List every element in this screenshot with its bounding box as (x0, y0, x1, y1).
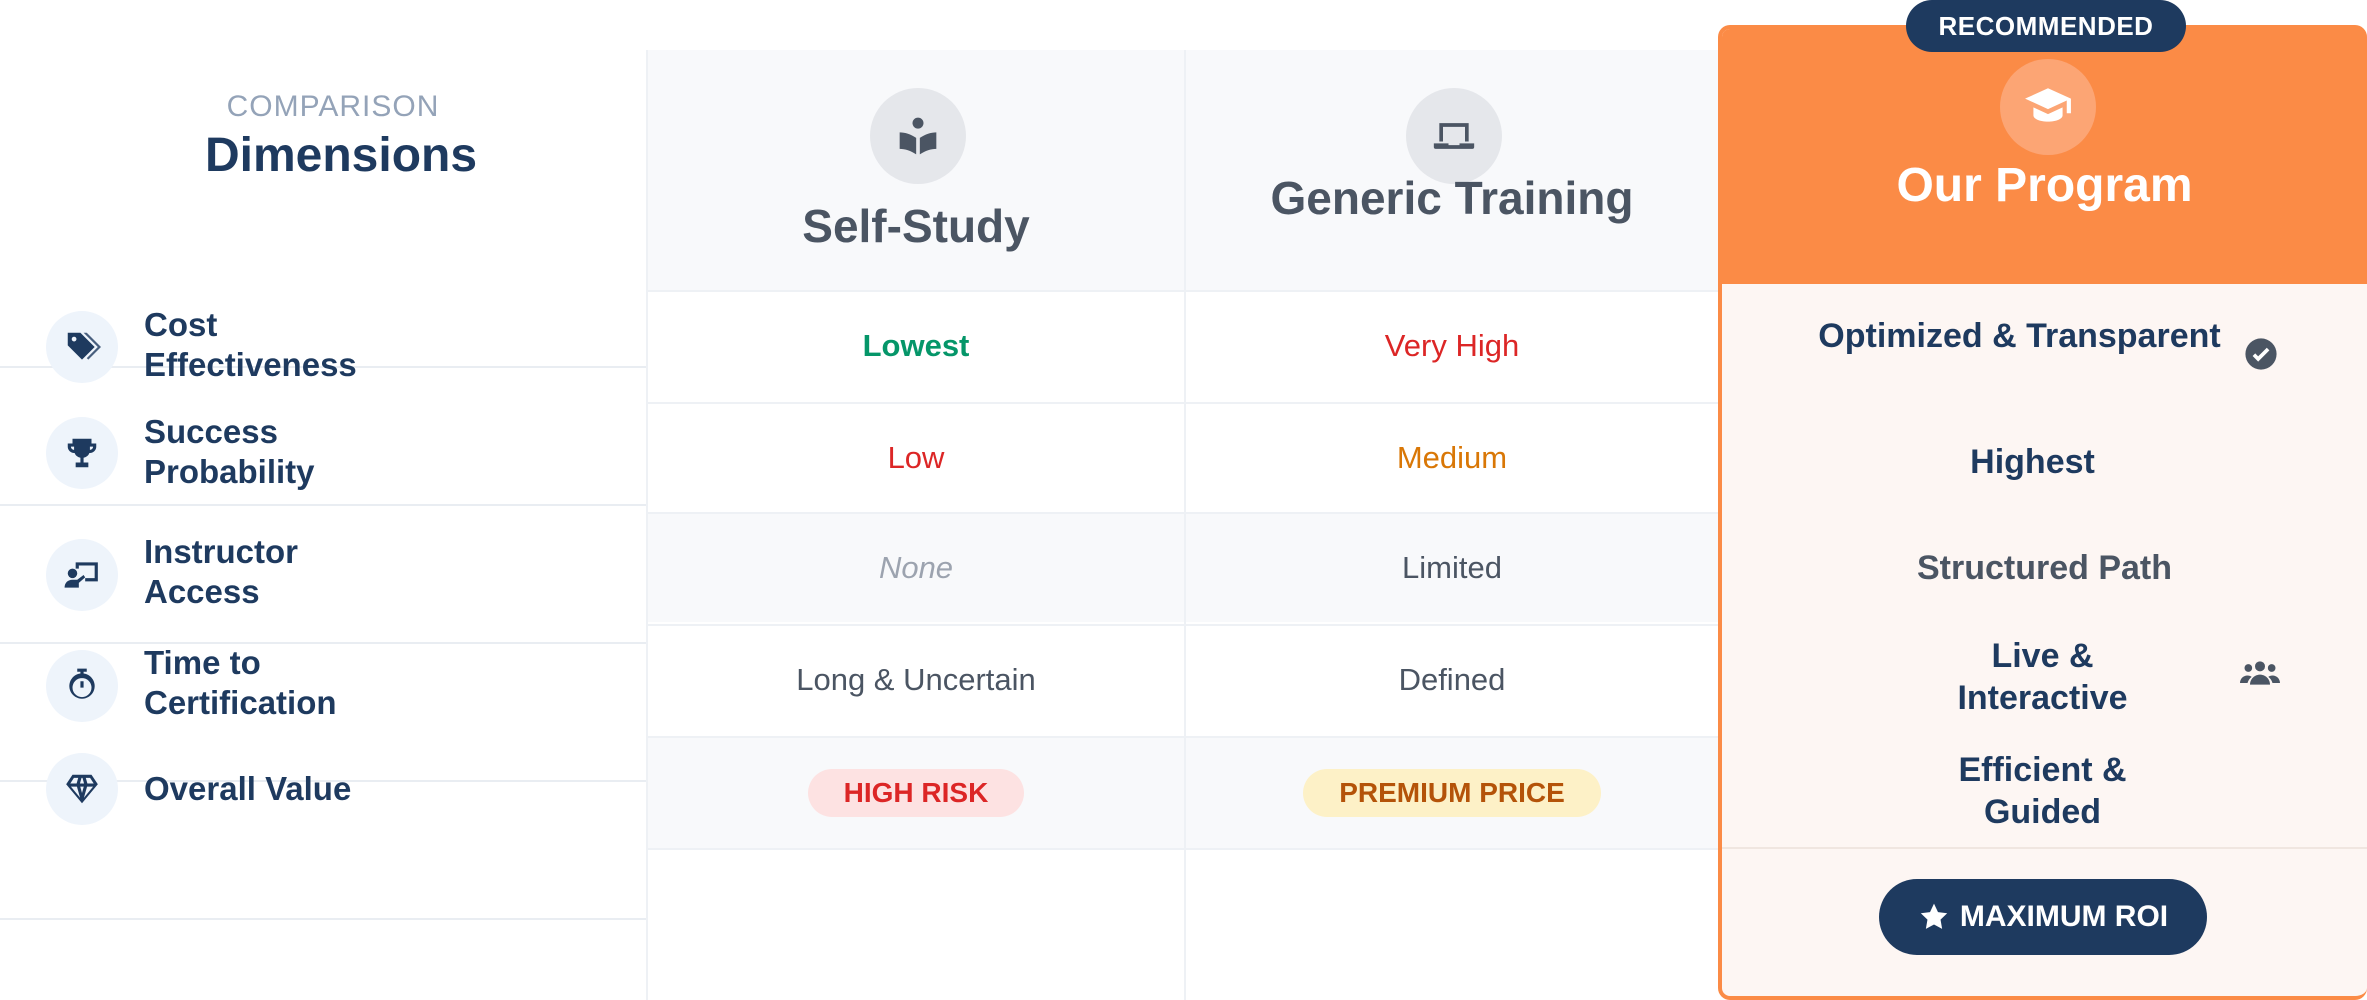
recommended-badge: RECOMMENDED (1906, 0, 2186, 52)
cell-value: PREMIUM PRICE (1186, 736, 1718, 850)
featured-cell-instructor: Structured Path (1916, 549, 2173, 587)
risk-badge: HIGH RISK (807, 769, 1025, 817)
row-divider (0, 504, 646, 506)
column-title: Self-Study (802, 200, 1030, 252)
cell-success: Low (648, 402, 1184, 512)
tags-icon (46, 311, 118, 383)
users-icon (2240, 661, 2280, 685)
cell-time: Long & Uncertain (648, 624, 1184, 734)
column-our-program: Our Program Optimized & Transparent High… (1718, 25, 2367, 1000)
graduation-cap-icon (2000, 59, 2096, 155)
dimension-label: Overall Value (144, 770, 352, 807)
chalkboard-teacher-icon (46, 539, 118, 611)
cell-cost: Lowest (648, 290, 1184, 400)
column-header: Generic Training (1186, 50, 1718, 290)
cell-instructor: Limited (1186, 512, 1718, 622)
column-title: Generic Training (1270, 172, 1634, 224)
column-self-study: Self-Study Lowest Low None Long & Uncert… (646, 50, 1184, 1000)
cell-time: Defined (1186, 624, 1718, 734)
cell-cost: Very High (1186, 290, 1718, 400)
dimension-label: Cost Effectiveness (144, 306, 357, 383)
star-icon (1920, 903, 1948, 929)
dimension-label: Time to Certification (144, 644, 337, 721)
stopwatch-icon (46, 650, 118, 722)
dimension-label: Instructor Access (144, 533, 299, 610)
maximum-roi-button[interactable]: MAXIMUM ROI (1879, 879, 2207, 955)
cell-value: HIGH RISK (648, 736, 1184, 850)
column-header: Self-Study (648, 50, 1184, 290)
featured-divider (1722, 847, 2367, 849)
featured-title: Our Program (1896, 159, 2193, 212)
dimensions-column: COMPARISON Dimensions Cost Effectiveness… (0, 0, 646, 1000)
book-reader-icon (870, 88, 966, 184)
price-badge: PREMIUM PRICE (1303, 769, 1601, 817)
gem-icon (46, 753, 118, 825)
column-generic-training: Generic Training Very High Medium Limite… (1184, 50, 1718, 1000)
cell-instructor: None (648, 512, 1184, 622)
trophy-icon (46, 417, 118, 489)
row-divider (0, 918, 646, 920)
cell-success: Medium (1186, 402, 1718, 512)
featured-cell-success: Highest (1970, 443, 2095, 481)
featured-cell-value: Efficient & Guided (1958, 751, 2127, 831)
maximum-roi-label: MAXIMUM ROI (1959, 900, 2169, 933)
dimensions-header: COMPARISON Dimensions (0, 0, 646, 290)
dimensions-kicker: COMPARISON (226, 90, 440, 123)
featured-header: Our Program (1722, 29, 2367, 284)
check-circle-icon (2245, 338, 2277, 370)
dimension-label: Success Probability (144, 413, 315, 490)
dimensions-title: Dimensions (204, 129, 478, 182)
